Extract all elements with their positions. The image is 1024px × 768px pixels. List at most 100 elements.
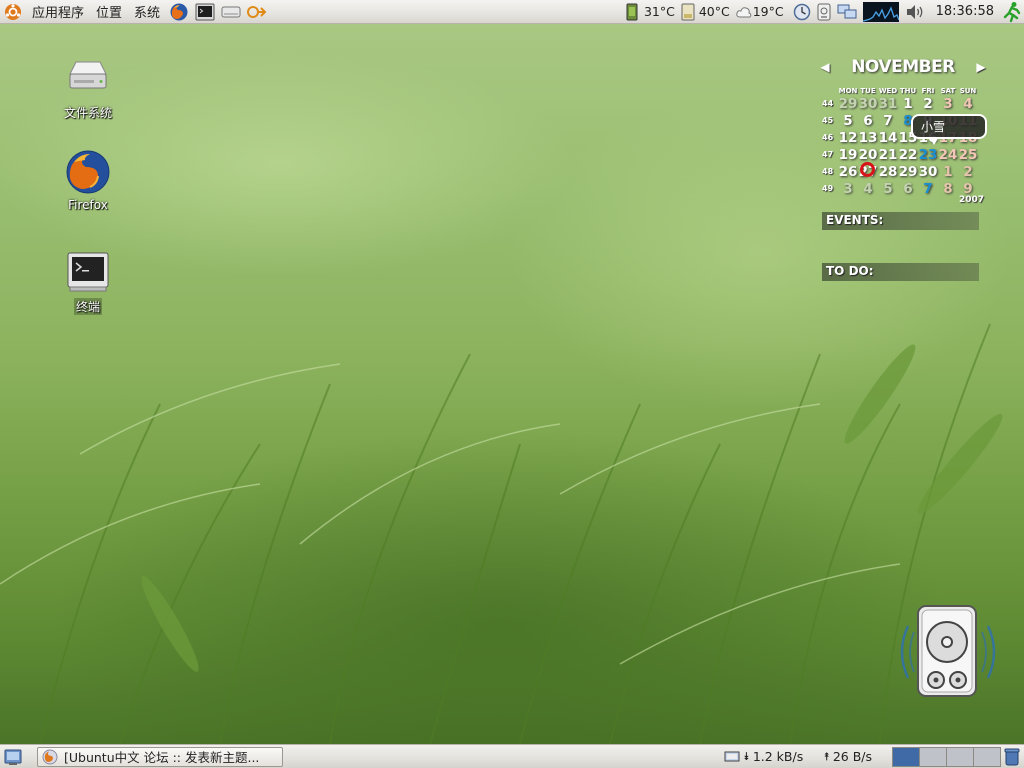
cpu-temp-sensor[interactable]: 31°C [626,3,675,21]
calendar-day[interactable]: 2 [958,164,978,180]
week-number: 46 [822,133,834,142]
calendar-header: ◀ NOVEMBER ▶ [818,56,988,78]
calendar-day[interactable]: 30 [858,96,878,112]
calendar-day-name: SAT [940,87,956,95]
firefox-icon [42,749,58,764]
network-arrow-icon[interactable] [246,1,268,23]
calendar-day[interactable]: 14 [878,130,898,146]
calendar-day[interactable]: 13 [858,130,878,146]
workspace-switcher [892,746,1001,767]
calendar-day[interactable]: 7 [918,181,938,197]
calendar-day[interactable]: 3 [838,181,858,197]
top-panel: 应用程序 位置 系统 31°C 40°C 19°C 18:36:58 [0,0,1024,24]
desktop-icon-firefox[interactable]: Firefox [43,148,133,213]
terminal-icon[interactable] [194,1,216,23]
hdd-temp-sensor[interactable]: 40°C [681,3,730,21]
calendar-day-name: THU [899,87,917,95]
desktop-icon-label: Firefox [68,198,108,212]
calendar-year: 2007 [958,195,984,205]
ubuntu-logo-icon[interactable] [2,1,24,23]
disk-activity-widget[interactable] [894,604,1002,700]
calendar-day[interactable]: 12 [838,130,858,146]
calendar-day[interactable]: 21 [878,147,898,163]
calendar-day-name: SUN [959,87,977,95]
week-number: 48 [822,167,834,176]
calendar-day[interactable]: 2 [918,96,938,112]
menu-applications[interactable]: 应用程序 [26,0,90,24]
calendar-day[interactable]: 3 [938,96,958,112]
calendar-tooltip: 小雪 [911,114,987,139]
firefox-icon [66,150,110,194]
events-bar[interactable]: EVENTS: [822,212,979,230]
calendar-day[interactable]: 29 [838,96,858,112]
calendar-day-today[interactable]: 27 [858,161,878,180]
calendar-day[interactable]: 4 [858,181,878,197]
calendar-day[interactable]: 28 [878,164,898,180]
weather-temp-value: 19°C [752,4,784,19]
menu-system[interactable]: 系统 [128,0,166,24]
upload-speed-value: 26 B/s [832,749,872,764]
week-number: 45 [822,116,834,125]
calendar-day[interactable]: 4 [958,96,978,112]
desktop-icon-terminal[interactable]: 终端 [43,248,133,315]
trash-icon[interactable] [1003,748,1021,766]
calendar-day-name: FRI [921,87,935,95]
tooltip-tail [929,137,939,145]
calendar-day[interactable]: 23 [918,147,938,163]
drive-icon[interactable] [220,1,242,23]
calendar-day[interactable]: 24 [938,147,958,163]
bottom-panel: [Ubuntu中文 论坛 :: 发表新主题... ⯯ 1.2 kB/s ⯭ 26… [0,744,1024,768]
network-monitor-icon[interactable] [837,3,857,21]
calendar-day[interactable]: 5 [878,181,898,197]
calendar-day[interactable]: 31 [878,96,898,112]
menu-places[interactable]: 位置 [90,0,128,24]
workspace-1[interactable] [893,747,920,766]
calendar-day-name: MON [838,87,858,95]
workspace-2[interactable] [920,747,947,766]
calendar-day[interactable]: 8 [938,181,958,197]
desktop-icon-filesystem[interactable]: 文件系统 [43,54,133,121]
taskbar-window-title: [Ubuntu中文 论坛 :: 发表新主题... [64,750,260,765]
show-desktop-icon[interactable] [3,747,23,767]
workspace-3[interactable] [947,747,974,766]
calendar-day[interactable]: 25 [958,147,978,163]
system-monitor-graph[interactable] [862,1,899,22]
volume-icon[interactable] [905,3,925,21]
system-tray: 31°C 40°C 19°C 18:36:58 [623,0,1024,24]
calendar-day[interactable]: 19 [838,147,858,163]
taskbar-window-button[interactable]: [Ubuntu中文 论坛 :: 发表新主题... [37,746,283,767]
netspeed-applet[interactable]: ⯯ 1.2 kB/s ⯭ 26 B/s [724,749,892,764]
calendar-day[interactable]: 5 [838,113,858,129]
calendar-day[interactable]: 1 [898,96,918,112]
calendar-day[interactable]: 20 [858,147,878,163]
calendar-day[interactable]: 26 [838,164,858,180]
network-card-icon [724,751,740,761]
calendar-month: NOVEMBER [851,57,955,77]
hard-disk-icon [900,605,996,697]
next-month-icon[interactable]: ▶ [974,58,988,76]
workspace-4[interactable] [974,747,1000,766]
calendar-day[interactable]: 30 [918,164,938,180]
calendar-day[interactable]: 29 [898,164,918,180]
calendar-day[interactable]: 6 [898,181,918,197]
download-speed-value: 1.2 kB/s [752,749,804,764]
previous-month-icon[interactable]: ◀ [818,58,832,76]
down-arrow-icon: ⯯ [743,749,750,763]
calendar-day[interactable]: 6 [858,113,878,129]
download-speed: ⯯ 1.2 kB/s [724,749,803,764]
firefox-icon[interactable] [168,1,190,23]
clock[interactable]: 18:36:58 [936,4,994,19]
calendar-day[interactable]: 7 [878,113,898,129]
cpu-temp-value: 31°C [643,4,675,19]
todo-bar[interactable]: TO DO: [822,263,979,281]
week-number: 44 [822,99,834,108]
weather-applet[interactable]: 19°C [736,4,784,19]
calendar-day[interactable]: 1 [938,164,958,180]
tray-device-icon[interactable] [817,3,831,21]
up-arrow-icon: ⯭ [823,749,830,763]
calendar-day[interactable]: 22 [898,147,918,163]
calendar-day-name: WED [878,87,898,95]
clock-small-icon[interactable] [793,3,811,21]
running-man-icon[interactable] [1000,1,1022,23]
calendar-day[interactable]: 9 [958,181,978,197]
